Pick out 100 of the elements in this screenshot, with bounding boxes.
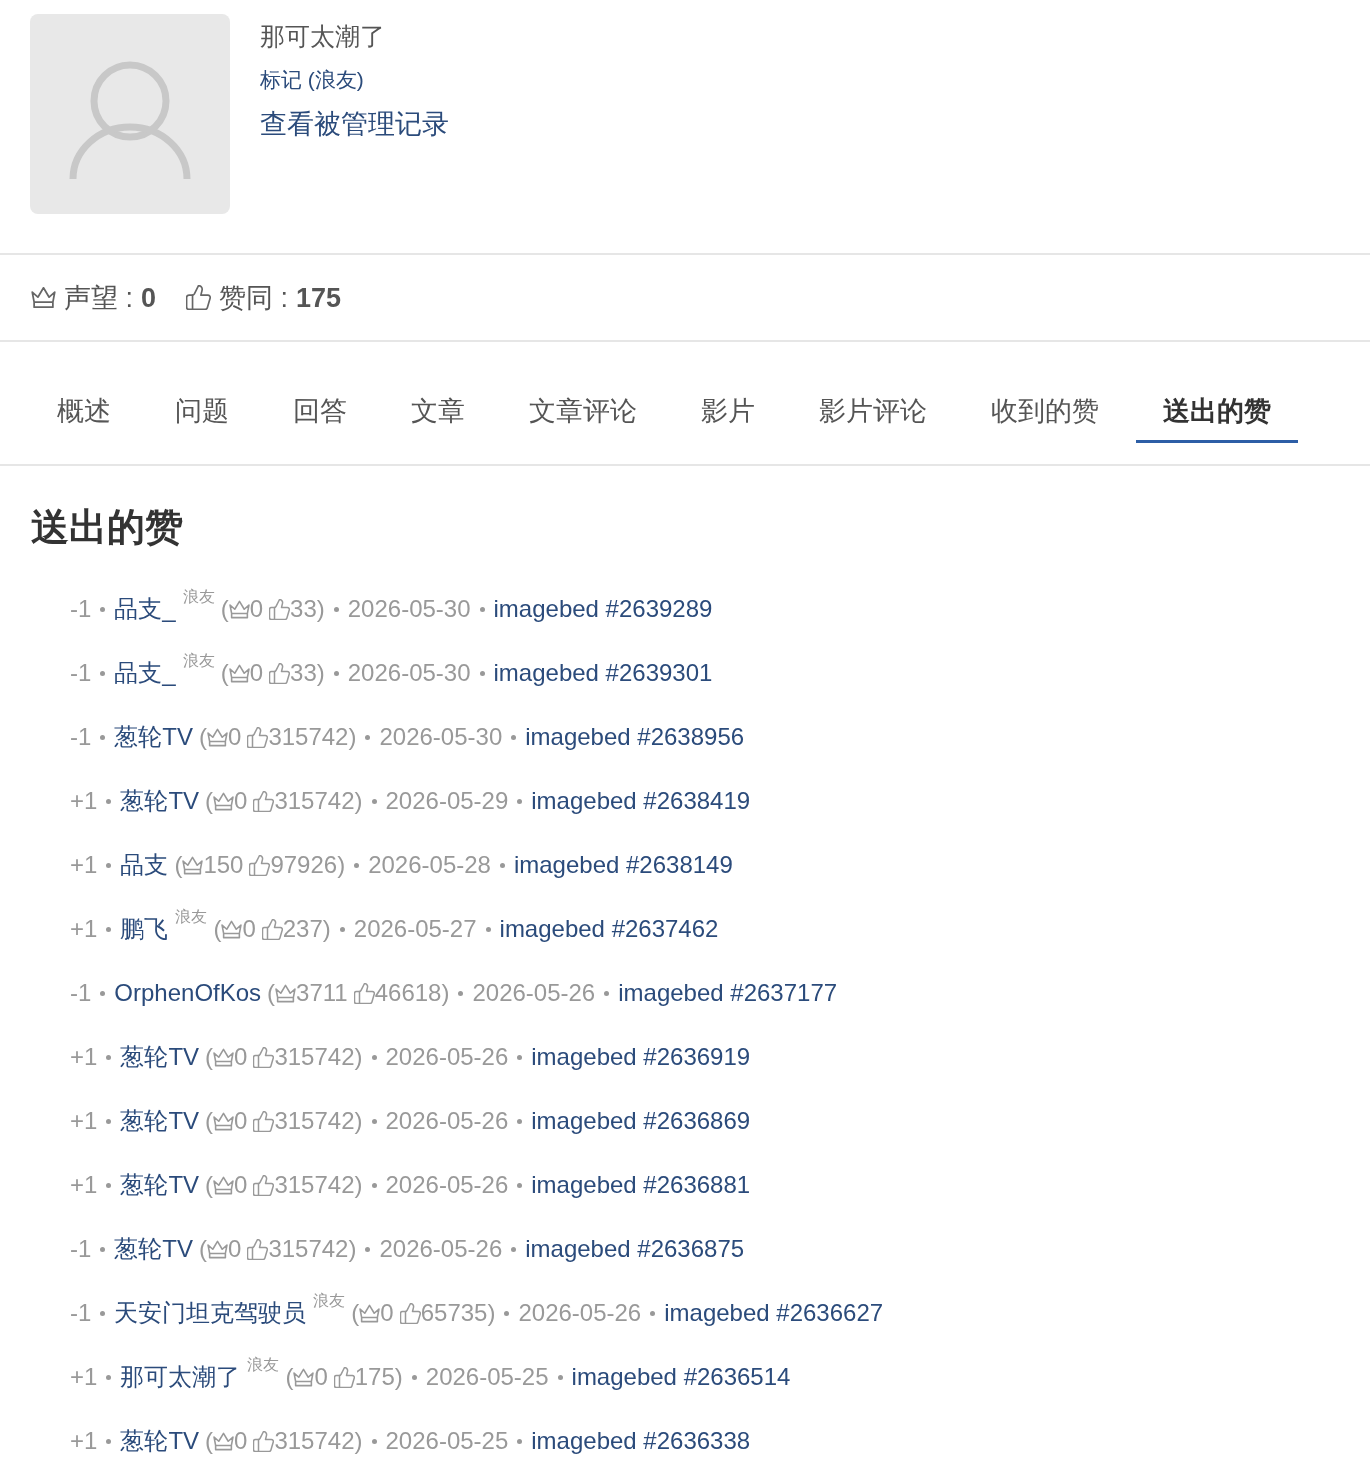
date-text: 2026-05-27 — [353, 914, 477, 944]
bracket-text: ) — [316, 658, 325, 688]
profile-tab[interactable]: 回答 — [266, 342, 374, 443]
stat-label: 声望 : — [64, 281, 133, 315]
like-count: 315742 — [274, 786, 355, 816]
username-link[interactable]: 葱轮TV — [120, 786, 200, 816]
profile-tab[interactable]: 影片评论 — [792, 342, 954, 443]
bracket-text: ( — [205, 1426, 214, 1456]
profile-tab[interactable]: 概述 — [30, 342, 138, 443]
post-link[interactable]: imagebed #2639289 — [493, 594, 713, 624]
bracket-text: ( — [199, 1234, 207, 1264]
crown-icon — [213, 790, 235, 812]
username-link[interactable]: 鹏飞 — [120, 914, 169, 944]
username-link[interactable]: 葱轮TV — [120, 1042, 200, 1072]
profile-tab[interactable]: 文章评论 — [502, 342, 664, 443]
bracket-text: ( — [285, 1362, 294, 1392]
bracket-text: ( — [220, 658, 229, 688]
like-count: 46618 — [374, 978, 442, 1008]
reputation-count: 0 — [242, 914, 256, 944]
crown-icon — [221, 918, 243, 940]
bracket-text: ) — [322, 914, 331, 944]
user-rank-label: 浪友 — [313, 1292, 346, 1310]
post-link[interactable]: imagebed #2638419 — [531, 786, 751, 816]
profile-tab[interactable]: 送出的赞 — [1136, 342, 1298, 443]
username-link[interactable]: 葱轮TV — [120, 1426, 200, 1456]
username-link[interactable]: OrphenOfKos — [114, 978, 262, 1008]
reputation-count: 0 — [234, 1426, 248, 1456]
thumbs-up-icon — [269, 662, 291, 684]
post-link[interactable]: imagebed #2636881 — [531, 1170, 751, 1200]
reputation-count: 0 — [249, 594, 264, 624]
crown-icon — [213, 1110, 235, 1132]
thumbs-up-icon — [186, 285, 212, 310]
moderation-history-link[interactable]: 查看被管理记录 — [260, 107, 449, 141]
like-count: 315742 — [268, 1234, 349, 1264]
vote-value: -1 — [70, 978, 92, 1008]
vote-value: +1 — [70, 786, 98, 816]
reputation-count: 0 — [234, 1042, 248, 1072]
username-link[interactable]: 葱轮TV — [120, 1170, 200, 1200]
post-link[interactable]: imagebed #2636627 — [664, 1298, 884, 1328]
crown-icon — [213, 1430, 235, 1452]
post-link[interactable]: imagebed #2636869 — [531, 1106, 751, 1136]
bracket-text: ) — [354, 1042, 363, 1072]
bracket-text: ( — [174, 850, 183, 880]
like-count: 315742 — [274, 1042, 355, 1072]
vote-value: -1 — [70, 722, 92, 752]
bracket-text: ) — [354, 1170, 363, 1200]
profile-tab[interactable]: 问题 — [148, 342, 256, 443]
username-link[interactable]: 那可太潮了 — [120, 1362, 241, 1392]
post-link[interactable]: imagebed #2636514 — [571, 1362, 791, 1392]
like-count: 65735 — [420, 1298, 488, 1328]
reputation-count: 0 — [228, 722, 242, 752]
bracket-text: ) — [348, 1234, 357, 1264]
bracket-text: ( — [205, 1042, 214, 1072]
profile-name: 那可太潮了 — [260, 21, 385, 52]
bracket-text: ) — [441, 978, 450, 1008]
post-link[interactable]: imagebed #2637177 — [618, 978, 838, 1008]
post-link[interactable]: imagebed #2637462 — [499, 914, 719, 944]
bracket-text: ) — [316, 594, 325, 624]
vote-value: +1 — [70, 1106, 98, 1136]
username-link[interactable]: 葱轮TV — [114, 722, 193, 752]
username-link[interactable]: 品支_ — [114, 594, 176, 624]
reputation-count: 0 — [314, 1362, 328, 1392]
post-link[interactable]: imagebed #2639301 — [493, 658, 713, 688]
profile-tab[interactable]: 收到的赞 — [964, 342, 1126, 443]
username-link[interactable]: 品支_ — [114, 658, 176, 688]
post-link[interactable]: imagebed #2636875 — [525, 1234, 745, 1264]
crown-icon — [207, 726, 228, 748]
username-link[interactable]: 葱轮TV — [114, 1234, 193, 1264]
stat-label: 赞同 : — [219, 281, 289, 315]
bracket-text: ( — [199, 722, 207, 752]
like-count: 175 — [354, 1362, 395, 1392]
thumbs-up-icon — [253, 1110, 275, 1132]
reputation-count: 3711 — [296, 978, 348, 1008]
post-link[interactable]: imagebed #2638149 — [513, 850, 733, 880]
reputation-count: 0 — [234, 1106, 248, 1136]
bracket-text: ( — [205, 1170, 214, 1200]
profile-tab[interactable]: 影片 — [674, 342, 782, 443]
reputation-count: 150 — [203, 850, 244, 880]
like-count: 237 — [282, 914, 323, 944]
crown-icon — [359, 1302, 381, 1324]
mark-link[interactable]: 标记 (浪友) — [260, 66, 364, 94]
reputation-count: 0 — [228, 1234, 242, 1264]
crown-icon — [228, 598, 250, 620]
vote-value: +1 — [70, 1170, 98, 1200]
date-text: 2026-05-30 — [347, 594, 471, 624]
username-link[interactable]: 葱轮TV — [120, 1106, 200, 1136]
post-link[interactable]: imagebed #2636338 — [531, 1426, 751, 1456]
profile-tab[interactable]: 文章 — [384, 342, 492, 443]
like-count: 97926 — [270, 850, 338, 880]
user-rank-label: 浪友 — [247, 1356, 280, 1374]
post-link[interactable]: imagebed #2636919 — [531, 1042, 751, 1072]
crown-icon — [275, 982, 297, 1004]
post-link[interactable]: imagebed #2638956 — [525, 722, 745, 752]
username-link[interactable]: 天安门坦克驾驶员 — [114, 1298, 307, 1328]
bracket-text: ) — [348, 722, 357, 752]
bracket-text: ( — [220, 594, 229, 624]
default-avatar-icon — [30, 14, 230, 214]
vote-value: +1 — [70, 850, 98, 880]
username-link[interactable]: 品支 — [120, 850, 169, 880]
thumbs-up-icon — [253, 1046, 275, 1068]
